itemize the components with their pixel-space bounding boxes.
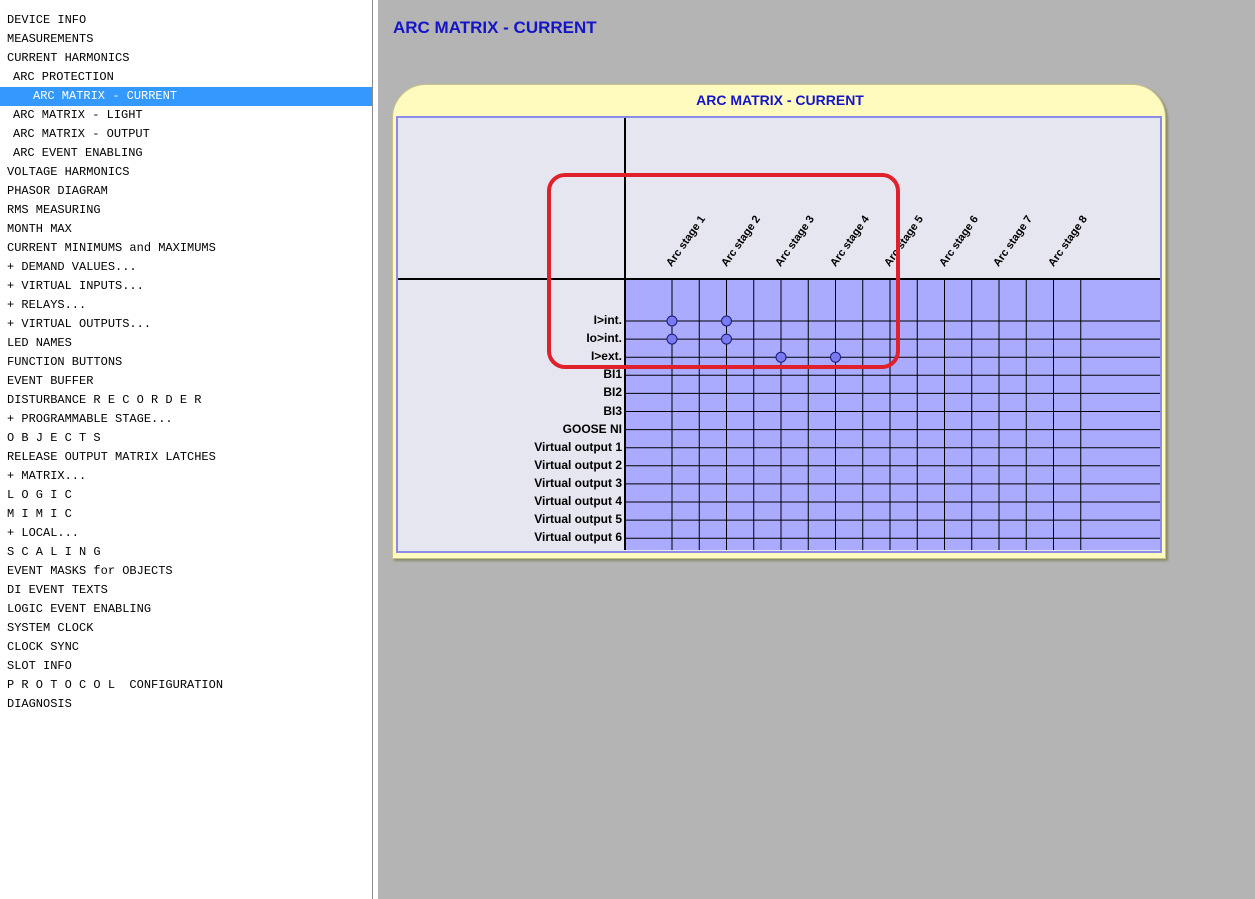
row-label: BI2 (603, 385, 622, 400)
connection-node[interactable] (830, 351, 841, 363)
row-label: Virtual output 4 (534, 494, 622, 508)
connection-node[interactable] (721, 315, 732, 327)
row-label: Io>int. (586, 331, 622, 346)
connection-node[interactable] (666, 333, 678, 345)
row-label: BI3 (603, 403, 622, 418)
row-label: Virtual output 1 (534, 439, 622, 454)
row-label: I>ext. (590, 349, 622, 364)
row-label: Virtual output 3 (534, 475, 622, 490)
row-label: Virtual output 2 (534, 457, 622, 472)
row-label: I>int. (593, 313, 622, 327)
row-label: GOOSE NI (562, 421, 622, 436)
connection-node[interactable] (666, 315, 678, 327)
connection-node[interactable] (721, 333, 732, 345)
row-label: Virtual output 5 (534, 512, 622, 527)
connection-node[interactable] (775, 351, 787, 363)
arc-matrix-grid (398, 118, 1160, 550)
matrix-grid-fill (625, 279, 1160, 550)
row-label: Virtual output 6 (534, 530, 622, 545)
row-label: BI1 (603, 367, 622, 382)
